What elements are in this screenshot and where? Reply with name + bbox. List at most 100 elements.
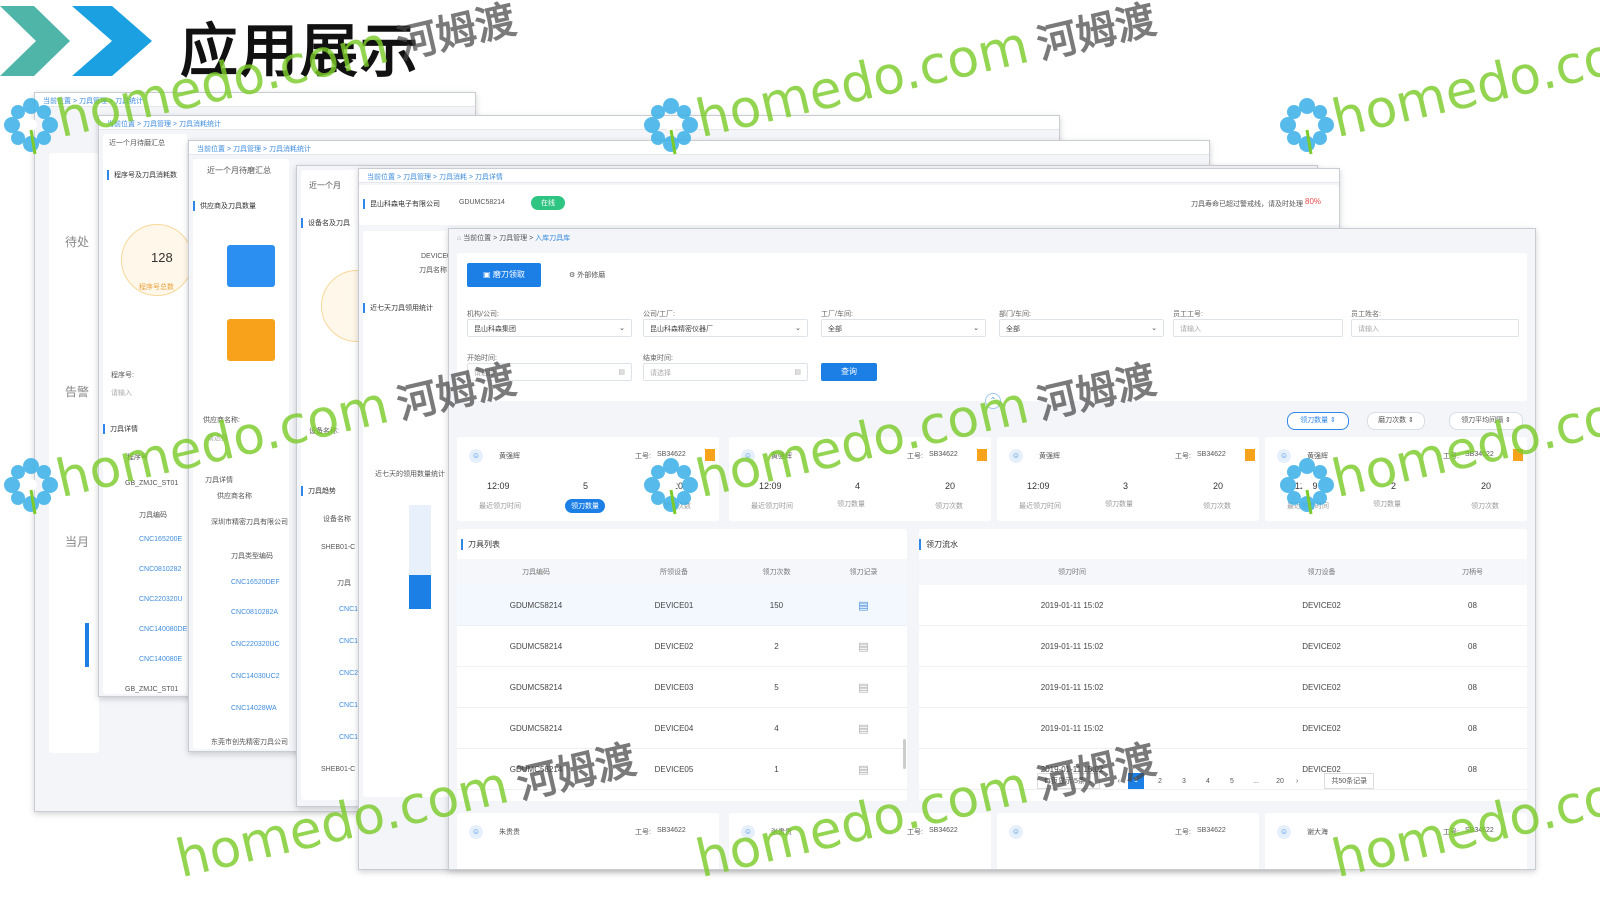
page-4[interactable]: 4 (1200, 778, 1216, 785)
tool-code-link[interactable]: CNC140080E (139, 656, 182, 663)
tool-code-link[interactable]: CNC1 (339, 606, 358, 613)
page-1[interactable]: 1 (1128, 773, 1144, 789)
breadcrumb-item[interactable]: 当前位置 (463, 235, 491, 242)
tool-code-link[interactable]: CNC0810282A (231, 609, 278, 616)
record-icon[interactable]: ▤ (819, 707, 907, 749)
table-row[interactable]: GDUMC58214 DEVICE02 2 ▤ (457, 625, 907, 667)
end-date-input[interactable]: 请选择 ▤ (643, 363, 808, 381)
tool-code-link[interactable]: CNC140080DE (139, 626, 187, 633)
employee-card[interactable]: ☺ 黄强辉 工号: SB34622 12:09 最近领刀时间 4 领刀数量 20… (729, 437, 991, 521)
table-row[interactable]: GDUMC58214 DEVICE04 4 ▤ (457, 707, 907, 749)
chevron-down-icon: ⌄ (1151, 325, 1157, 332)
table-row[interactable]: 2019-01-11 15:02 DEVICE02 08 (919, 585, 1527, 626)
employee-card[interactable]: ☺ 张贵贵 工号: SB34622 (729, 813, 991, 869)
employee-card[interactable]: ☺ 黄强辉 工号: SB34622 12:09 最近领刀时间 5 领刀数量 20… (457, 437, 719, 521)
column-header: 刀柄号 (1417, 559, 1527, 585)
employee-id: SB34622 (1197, 451, 1226, 458)
record-icon[interactable]: ▤ (819, 625, 907, 667)
header-text: 近一个月待磨汇总 (207, 166, 271, 175)
pickup-device: DEVICE02 (1225, 585, 1418, 626)
employee-card[interactable]: ☺ 谢大海 工号: SB34622 (1265, 813, 1527, 869)
company-select[interactable]: 昆山科森精密仪器厂 ⌄ (643, 319, 808, 337)
table-row[interactable]: GDUMC58214 DEVICE05 1 ▤ (457, 748, 907, 790)
employee-name: 黄强辉 (499, 453, 520, 460)
watermark-flower-icon (1276, 94, 1338, 161)
employee-name: 谢大海 (1307, 829, 1328, 836)
user-icon: ☺ (741, 449, 755, 463)
department-select[interactable]: 全部 ⌄ (999, 319, 1164, 337)
record-icon[interactable]: ▤ (819, 748, 907, 790)
page-size-select[interactable]: 每页显示 5条 ⌄ (1037, 773, 1100, 789)
breadcrumb-item[interactable]: 刀具管理 (499, 235, 527, 242)
supplier-select[interactable]: 请选择 (207, 433, 228, 443)
employee-card[interactable]: ☺ 黄强辉 工号: SB34622 12:09 最近领刀时间 2 领刀数量 20… (1265, 437, 1527, 521)
badge-icon (1245, 449, 1255, 461)
employee-card[interactable]: ☺ 工号: SB34622 (997, 813, 1259, 869)
employee-id-label: 工号: (1443, 829, 1459, 836)
employee-card[interactable]: ☺ 朱贵贵 工号: SB34622 (457, 813, 719, 869)
total-records: 共50条记录 (1324, 773, 1375, 789)
tool-code-link[interactable]: CNC220320U (139, 596, 183, 603)
tool-code-link[interactable]: CNC220320UC (231, 641, 280, 648)
section-title: 刀具详情 (205, 477, 233, 484)
tool-table: 刀具编码 所领设备 领刀次数 领刀记录 GDUMC58214 DEVICE01 … (457, 559, 907, 790)
employee-card[interactable]: ☺ 黄强辉 工号: SB34622 12:09 最近领刀时间 3 领刀数量 20… (997, 437, 1259, 521)
handle-number: 08 (1417, 748, 1527, 790)
filter-label: 部门/车间: (999, 311, 1031, 318)
page-5[interactable]: 5 (1224, 778, 1240, 785)
page-ellipsis[interactable]: ... (1248, 778, 1264, 785)
sort-grind-count[interactable]: 磨刀次数 ⇕ (1367, 412, 1425, 430)
sort-pickup-count[interactable]: 领刀数量 ⇕ (1287, 412, 1349, 430)
home-icon[interactable]: ⌂ (457, 235, 461, 242)
tool-code-link[interactable]: CNC14030UC2 (231, 673, 280, 680)
record-icon[interactable]: ▤ (819, 666, 907, 708)
last-time-label: 最近领刀时间 (1019, 503, 1061, 510)
employee-id-input[interactable]: 请输入 (1173, 319, 1343, 337)
tool-code-link[interactable]: CNC14028WA (231, 705, 277, 712)
tool-list-panel: 刀具列表 刀具编码 所领设备 领刀次数 领刀记录 GDUMC58214 DEVI… (457, 529, 907, 801)
column-header: 程序号 (127, 454, 148, 461)
device-cell: SHEB01-C (321, 544, 356, 551)
start-date-input[interactable]: 请选择 ▤ (467, 363, 632, 381)
pickup-device: DEVICE02 (1225, 625, 1418, 667)
tool-code-link[interactable]: CNC165200E (139, 536, 182, 543)
tool-code-link[interactable]: CNC2 (339, 670, 358, 677)
table-row[interactable]: GDUMC58214 DEVICE01 150 ▤ (457, 585, 907, 626)
table-row[interactable]: GDUMC58214 DEVICE03 5 ▤ (457, 666, 907, 708)
tab-grind-pickup[interactable]: ▣ 磨刀领取 (467, 263, 541, 287)
tab-external-grind[interactable]: ⚙ 外部修磨 (569, 270, 605, 280)
org-select[interactable]: 昆山科森集团 ⌄ (467, 319, 632, 337)
column-header: 领刀次数 (732, 559, 820, 585)
device-icon (227, 245, 275, 287)
scrollbar[interactable] (903, 739, 906, 769)
table-row[interactable]: 2019-01-11 15:02 DEVICE02 08 (919, 707, 1527, 749)
page-3[interactable]: 3 (1176, 778, 1192, 785)
prev-page-button[interactable]: ‹ (1118, 778, 1120, 785)
tool-code-link[interactable]: CNC1 (339, 734, 358, 741)
table-row[interactable]: 2019-01-11 15:02 DEVICE02 08 (919, 666, 1527, 708)
program-input[interactable]: 请输入 (111, 388, 132, 398)
user-icon: ☺ (1277, 449, 1291, 463)
tool-code-link[interactable]: CNC1 (339, 702, 358, 709)
header-text: 近一个月 (309, 181, 341, 190)
employee-name-input[interactable]: 请输入 (1351, 319, 1519, 337)
calendar-icon: ▤ (618, 369, 625, 376)
tool-code-link[interactable]: CNC1 (339, 638, 358, 645)
tool-code-link[interactable]: CNC0810282 (139, 566, 181, 573)
column-header: 领刀时间 (919, 559, 1226, 585)
column-header: 领刀设备 (1225, 559, 1418, 585)
tool-code-link[interactable]: CNC16520DEF (231, 579, 280, 586)
employee-id-label: 工号: (635, 453, 651, 460)
pickup-count: 2 (732, 625, 820, 667)
page-2[interactable]: 2 (1152, 778, 1168, 785)
table-row[interactable]: 2019-01-11 15:02 DEVICE02 08 (919, 625, 1527, 667)
next-page-button[interactable]: › (1296, 778, 1298, 785)
workshop-select[interactable]: 全部 ⌄ (821, 319, 986, 337)
sort-avg-interval[interactable]: 领刀平均间隔 ⇕ (1449, 412, 1523, 430)
supplier-cell: 东莞市创先精密刀具公司 (211, 739, 288, 746)
query-button[interactable]: 查询 (821, 363, 877, 381)
page-last[interactable]: 20 (1272, 778, 1288, 785)
employee-name: 朱贵贵 (499, 829, 520, 836)
collapse-icon[interactable]: ⌃ (985, 393, 1001, 409)
record-icon[interactable]: ▤ (819, 585, 907, 626)
